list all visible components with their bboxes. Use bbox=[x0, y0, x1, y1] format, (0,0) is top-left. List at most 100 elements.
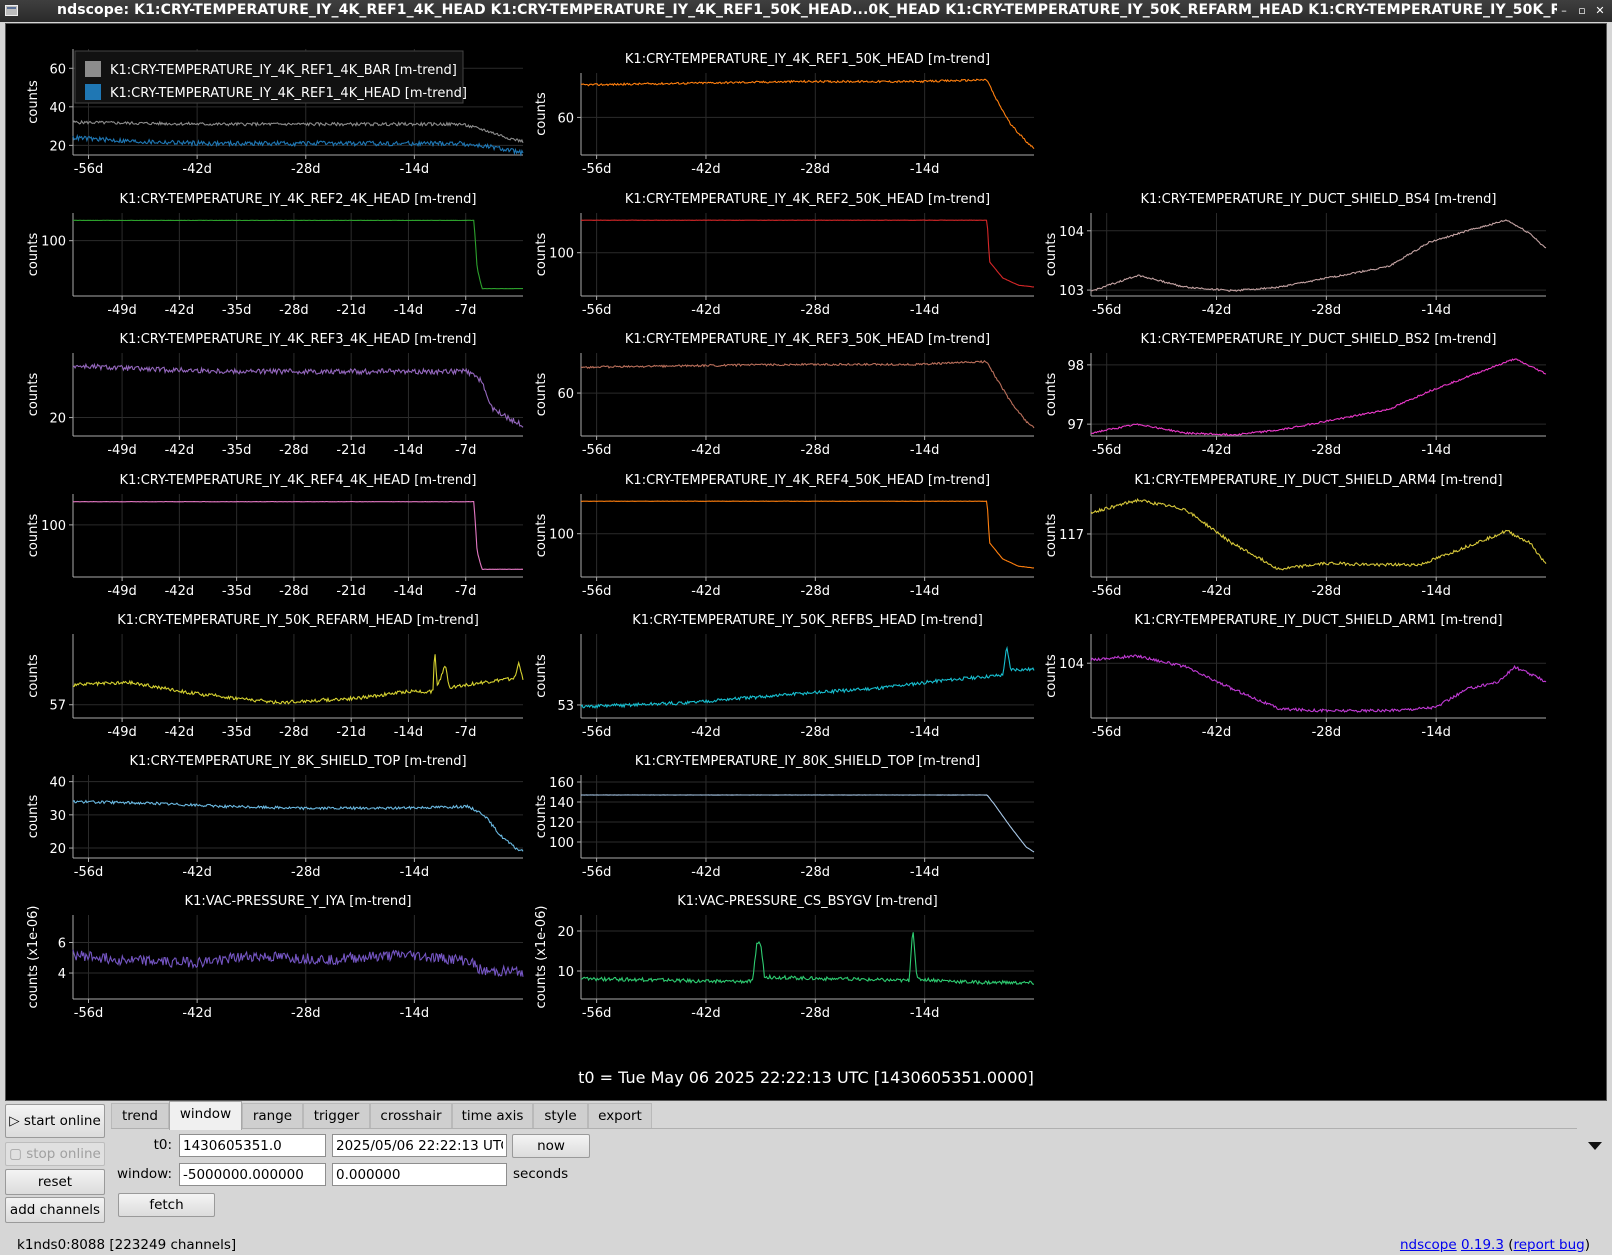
series-line bbox=[73, 219, 523, 290]
chart-title: K1:CRY-TEMPERATURE_IY_DUCT_SHIELD_BS4 [m… bbox=[1140, 192, 1496, 207]
chart-0[interactable]: counts -56d -42d -28d -14d 20 40 60 K1:CRY-TEMPE… bbox=[26, 49, 524, 177]
y-tick-label: 53 bbox=[557, 699, 574, 714]
chart-18[interactable]: K1:VAC-PRESSURE_Y_IYA [m-trend] counts (x… bbox=[26, 894, 524, 1021]
panel-collapse-icon[interactable] bbox=[1588, 1142, 1602, 1150]
chart-title: K1:CRY-TEMPERATURE_IY_4K_REF1_50K_HEAD [… bbox=[625, 52, 990, 67]
y-axis-label: counts bbox=[26, 795, 41, 839]
chart-11[interactable]: K1:CRY-TEMPERATURE_IY_DUCT_SHIELD_ARM4 [… bbox=[1044, 473, 1547, 599]
chart-6[interactable]: K1:CRY-TEMPERATURE_IY_4K_REF3_4K_HEAD [m… bbox=[26, 332, 524, 458]
chart-9[interactable]: K1:CRY-TEMPERATURE_IY_4K_REF4_4K_HEAD [m… bbox=[26, 473, 524, 599]
y-tick-label: 104 bbox=[1059, 225, 1084, 240]
y-axis-label: counts (x1e-06) bbox=[26, 906, 41, 1009]
x-tick-label: -42d bbox=[182, 1006, 212, 1021]
y-tick-label: 100 bbox=[549, 528, 574, 543]
t0-utc-input[interactable] bbox=[332, 1134, 507, 1157]
tab-range[interactable]: range bbox=[242, 1103, 303, 1128]
y-tick-label: 6 bbox=[58, 936, 66, 951]
report-bug-link[interactable]: report bug bbox=[1514, 1237, 1585, 1253]
window-end-input[interactable] bbox=[332, 1163, 507, 1186]
tab-style[interactable]: style bbox=[533, 1103, 588, 1128]
tab-divider bbox=[111, 1128, 1577, 1129]
x-tick-label: -14d bbox=[394, 725, 424, 740]
chart-title: K1:CRY-TEMPERATURE_IY_4K_REF3_50K_HEAD [… bbox=[625, 332, 990, 347]
add-channels-button[interactable]: add channels bbox=[5, 1197, 105, 1223]
chart-19[interactable]: K1:VAC-PRESSURE_CS_BSYGV [m-trend] counts… bbox=[534, 894, 1034, 1021]
tab-crosshair[interactable]: crosshair bbox=[370, 1103, 452, 1128]
y-axis-label: counts bbox=[1044, 654, 1059, 698]
x-tick-label: -14d bbox=[394, 303, 424, 318]
chart-title: K1:CRY-TEMPERATURE_IY_8K_SHIELD_TOP [m-t… bbox=[129, 754, 466, 769]
x-tick-label: -35d bbox=[222, 725, 252, 740]
chart-title: K1:CRY-TEMPERATURE_IY_4K_REF4_50K_HEAD [… bbox=[625, 473, 990, 488]
chart-16[interactable]: K1:CRY-TEMPERATURE_IY_80K_SHIELD_TOP [m-… bbox=[534, 754, 1035, 880]
x-tick-label: -28d bbox=[279, 303, 309, 318]
window-start-input[interactable] bbox=[179, 1163, 326, 1186]
x-tick-label: -42d bbox=[165, 584, 195, 599]
legend-swatch bbox=[85, 61, 101, 77]
chart-14[interactable]: K1:CRY-TEMPERATURE_IY_DUCT_SHIELD_ARM1 [… bbox=[1044, 613, 1547, 740]
window-field-label: window: bbox=[116, 1166, 172, 1182]
series-line bbox=[72, 799, 524, 852]
chart-title: K1:VAC-PRESSURE_Y_IYA [m-trend] bbox=[185, 894, 412, 909]
x-tick-label: -28d bbox=[1312, 725, 1342, 740]
chart-title: K1:CRY-TEMPERATURE_IY_4K_REF2_50K_HEAD [… bbox=[625, 192, 990, 207]
x-tick-label: -49d bbox=[107, 443, 137, 458]
y-tick-label: 60 bbox=[557, 111, 574, 126]
now-button[interactable]: now bbox=[512, 1134, 590, 1158]
ndscope-link[interactable]: ndscope bbox=[1400, 1237, 1457, 1253]
chart-title: K1:CRY-TEMPERATURE_IY_80K_SHIELD_TOP [m-… bbox=[635, 754, 980, 769]
x-tick-label: -7d bbox=[455, 303, 476, 318]
x-tick-label: -28d bbox=[279, 584, 309, 599]
chart-15[interactable]: K1:CRY-TEMPERATURE_IY_8K_SHIELD_TOP [m-t… bbox=[26, 754, 524, 880]
y-tick-label: 20 bbox=[49, 842, 66, 857]
tab-window[interactable]: window bbox=[169, 1101, 242, 1130]
chart-8[interactable]: K1:CRY-TEMPERATURE_IY_DUCT_SHIELD_BS2 [m… bbox=[1044, 332, 1547, 458]
x-tick-label: -28d bbox=[291, 162, 321, 177]
x-tick-label: -56d bbox=[1092, 303, 1122, 318]
tab-trend[interactable]: trend bbox=[111, 1103, 169, 1128]
y-tick-label: 97 bbox=[1067, 418, 1084, 433]
tab-trigger[interactable]: trigger bbox=[303, 1103, 370, 1128]
chart-1[interactable]: K1:CRY-TEMPERATURE_IY_4K_REF1_50K_HEAD [… bbox=[534, 52, 1035, 177]
chart-5[interactable]: K1:CRY-TEMPERATURE_IY_DUCT_SHIELD_BS4 [m… bbox=[1044, 192, 1547, 318]
t0-gps-input[interactable] bbox=[179, 1134, 326, 1157]
close-icon[interactable]: ✕ bbox=[1593, 3, 1607, 18]
x-tick-label: -14d bbox=[910, 725, 940, 740]
x-tick-label: -42d bbox=[1202, 303, 1232, 318]
series-line bbox=[72, 501, 524, 570]
chart-10[interactable]: K1:CRY-TEMPERATURE_IY_4K_REF4_50K_HEAD [… bbox=[534, 473, 1034, 599]
plot-area[interactable]: counts -56d -42d -28d -14d 20 40 60 K1:CRY-TEMPE… bbox=[5, 23, 1607, 1101]
tab-time-axis[interactable]: time axis bbox=[452, 1103, 533, 1128]
tab-export[interactable]: export bbox=[588, 1103, 652, 1128]
chart-12[interactable]: K1:CRY-TEMPERATURE_IY_50K_REFARM_HEAD [m… bbox=[26, 613, 524, 740]
y-axis-label: counts bbox=[534, 795, 549, 839]
x-tick-label: -28d bbox=[1312, 584, 1342, 599]
x-tick-label: -56d bbox=[582, 1006, 612, 1021]
minimize-icon[interactable]: – bbox=[1557, 3, 1571, 18]
start-online-button[interactable]: ▷ start online bbox=[5, 1104, 105, 1138]
t0-field-label: t0: bbox=[153, 1137, 172, 1153]
y-tick-label: 30 bbox=[49, 809, 66, 824]
x-tick-label: -14d bbox=[1421, 303, 1451, 318]
chart-7[interactable]: K1:CRY-TEMPERATURE_IY_4K_REF3_50K_HEAD [… bbox=[534, 332, 1035, 458]
x-tick-label: -21d bbox=[336, 303, 366, 318]
chart-4[interactable]: K1:CRY-TEMPERATURE_IY_4K_REF2_50K_HEAD [… bbox=[534, 192, 1034, 318]
chart-title: K1:CRY-TEMPERATURE_IY_4K_REF3_4K_HEAD [m… bbox=[120, 332, 477, 347]
app-menu-icon[interactable] bbox=[5, 5, 18, 16]
x-tick-label: -28d bbox=[801, 584, 831, 599]
y-axis-label: counts bbox=[1044, 373, 1059, 417]
chart-3[interactable]: K1:CRY-TEMPERATURE_IY_4K_REF2_4K_HEAD [m… bbox=[26, 192, 523, 318]
x-tick-label: -28d bbox=[1312, 303, 1342, 318]
fetch-button[interactable]: fetch bbox=[118, 1193, 215, 1217]
plot-grid[interactable]: counts -56d -42d -28d -14d 20 40 60 K1:CRY-TEMPE… bbox=[6, 24, 1606, 1064]
x-tick-label: -42d bbox=[182, 865, 212, 880]
maximize-icon[interactable]: ▫ bbox=[1575, 3, 1589, 18]
x-tick-label: -14d bbox=[400, 865, 430, 880]
reset-button[interactable]: reset bbox=[5, 1169, 105, 1195]
stop-online-button[interactable]: ▢ stop online bbox=[5, 1142, 105, 1166]
x-tick-label: -14d bbox=[400, 1006, 430, 1021]
x-tick-label: -14d bbox=[910, 162, 940, 177]
y-tick-label: 100 bbox=[549, 836, 574, 851]
version-link[interactable]: 0.19.3 bbox=[1461, 1237, 1504, 1253]
chart-13[interactable]: K1:CRY-TEMPERATURE_IY_50K_REFBS_HEAD [m-… bbox=[534, 613, 1035, 740]
